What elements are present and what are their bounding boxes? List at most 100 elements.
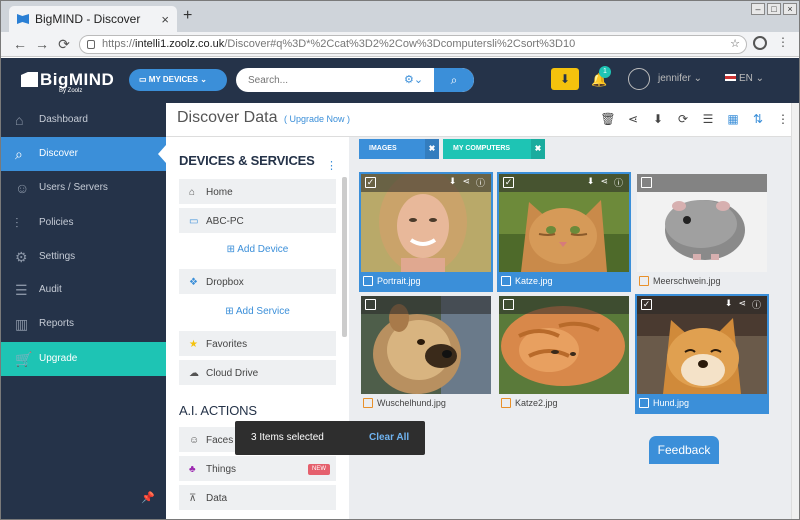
file-card[interactable]: ✓ ⬇ ⋖ ⓘ Portrait.jpg [359,172,493,292]
list-view-icon[interactable]: ☰ [700,112,716,126]
ai-things[interactable]: ♣ Things NEW [179,456,336,483]
profile-icon[interactable] [753,36,767,50]
download-icon[interactable]: ⬇ [551,68,579,90]
remove-filter-icon[interactable]: ✖ [531,139,545,159]
more-options-icon[interactable]: ⋮ [775,112,791,126]
sidebar-item-upgrade[interactable]: 🛒 Upgrade [1,342,166,376]
page-scrollbar[interactable] [791,103,799,519]
top-bar: BigMINDBy Zoolz ▭ MY DEVICES ⌄ ⚙⌄ ⌕ ⬇ 🔔1… [1,58,799,103]
add-device-label: Add Device [237,244,289,255]
trash-icon[interactable]: 🗑 [600,112,616,126]
back-icon[interactable]: ← [9,36,31,52]
favorites-item[interactable]: ★ Favorites [179,331,336,358]
maximize-icon[interactable]: □ [767,3,781,15]
gear-icon: ⚙ [15,249,28,265]
language-selector[interactable]: EN ⌄ [725,73,764,84]
download-icon[interactable]: ⬇ [449,176,457,189]
sidebar-item-settings[interactable]: ⚙ Settings [1,240,166,274]
search-settings-icon[interactable]: ⚙⌄ [404,73,423,86]
file-card[interactable]: ✓ ⬇ ⋖ ⓘ Katze.jpg [497,172,631,292]
add-device-button[interactable]: ⊞ Add Device [179,238,336,262]
close-window-icon[interactable]: × [783,3,797,15]
info-icon[interactable]: ⓘ [614,176,623,189]
share-icon[interactable]: ⋖ [462,176,470,189]
upgrade-now-link[interactable]: ( Upgrade Now ) [284,114,350,124]
ai-label: Things [206,464,237,475]
service-label: Dropbox [206,277,244,288]
download-icon[interactable]: ⬇ [725,298,733,311]
close-tab-icon[interactable]: × [161,12,169,27]
notification-badge: 1 [599,66,611,78]
bookmark-star-icon[interactable]: ☆ [730,36,740,53]
search-button[interactable]: ⌕ [434,68,474,92]
bigmind-logo[interactable]: BigMIND By Zoolz [21,70,115,94]
remove-filter-icon[interactable]: ✖ [425,139,439,159]
user-avatar-icon[interactable] [628,68,650,90]
share-icon[interactable]: ⋖ [738,298,746,311]
url-host: intelli1.zoolz.co.uk [135,38,225,50]
download-icon[interactable]: ⬇ [650,112,666,126]
dropbox-icon: ❖ [189,277,198,288]
checkbox-checked-icon[interactable]: ✓ [641,299,652,310]
pin-icon[interactable]: 📌 [141,491,155,504]
bigmind-favicon-icon [17,14,29,24]
minimize-icon[interactable]: – [751,3,765,15]
file-name: Katze2.jpg [501,396,558,410]
device-abc-pc[interactable]: ▭ ABC-PC [179,208,336,235]
checkbox-icon[interactable] [365,299,376,310]
sidebar-item-audit[interactable]: ☰ Audit [1,273,166,307]
logo-text: BigMIND [40,70,115,89]
checkbox-checked-icon[interactable]: ✓ [365,177,376,188]
sidebar-item-reports[interactable]: ▥ Reports [1,307,166,341]
filter-tags: IMAGES ✖ MY COMPUTERS ✖ [359,139,545,159]
sort-icon[interactable]: ⇅ [750,112,766,126]
add-service-button[interactable]: ⊞ Add Service [179,300,336,324]
file-card[interactable]: Wuschelhund.jpg [359,294,493,414]
lock-icon [87,40,95,49]
ai-data[interactable]: ⊼ Data [179,485,336,512]
file-card[interactable]: ✓ ⬇ ⋖ ⓘ Hund.jpg [635,294,769,414]
browser-tab[interactable]: BigMIND - Discover × [9,6,177,32]
sidebar-item-label: Dashboard [39,114,88,125]
page-header: Discover Data ( Upgrade Now ) 🗑 ⋖ ⬇ ⟳ ☰ … [166,103,799,137]
forward-icon[interactable]: → [31,36,53,52]
checkbox-checked-icon[interactable]: ✓ [503,177,514,188]
smile-icon: ☺ [189,435,200,446]
sidebar-item-discover[interactable]: ⌕ Discover [1,137,166,171]
sidebar-item-label: Reports [39,318,75,329]
checkbox-icon[interactable] [503,299,514,310]
download-icon[interactable]: ⬇ [587,176,595,189]
file-card[interactable]: Katze2.jpg [497,294,631,414]
address-bar[interactable]: https://intelli1.zoolz.co.uk/Discover#q%… [79,35,747,54]
feedback-button[interactable]: Feedback [649,436,719,464]
sidebar-item-dashboard[interactable]: ⌂ Dashboard [1,103,166,137]
sidebar-item-label: Policies [39,217,74,228]
sidebar-item-policies[interactable]: ⫶ Policies [1,206,166,240]
share-icon[interactable]: ⋖ [600,176,608,189]
clear-all-button[interactable]: Clear All [369,421,409,455]
panel-scrollbar[interactable] [342,177,347,337]
cloud-drive-item[interactable]: ☁ Cloud Drive [179,360,336,387]
reload-icon[interactable]: ⟳ [53,36,75,53]
grid-view-icon[interactable]: ▦ [725,112,741,126]
checkbox-icon[interactable] [641,177,652,188]
ai-actions-heading: A.I. ACTIONS [179,403,257,418]
address-toolbar: ← → ⟳ https://intelli1.zoolz.co.uk/Disco… [1,32,799,57]
share-icon[interactable]: ⋖ [625,112,641,126]
service-dropbox[interactable]: ❖ Dropbox [179,269,336,296]
new-tab-button[interactable]: + [183,7,192,25]
sidebar-item-users-servers[interactable]: ☺ Users / Servers [1,171,166,205]
refresh-icon[interactable]: ⟳ [675,112,691,126]
my-devices-button[interactable]: ▭ MY DEVICES ⌄ [129,69,227,91]
file-card[interactable]: Meerschwein.jpg [635,172,769,292]
device-home[interactable]: ⌂ Home [179,179,336,206]
info-icon[interactable]: ⓘ [476,176,485,189]
logo-subtitle: By Zoolz [59,88,83,94]
bell-icon[interactable]: 🔔 1 [591,66,611,88]
sidebar: ⌂ Dashboard ⌕ Discover ☺ Users / Servers ⫶ P… [1,103,166,519]
info-icon[interactable]: ⓘ [752,298,761,311]
browser-menu-icon[interactable]: ⋮ [777,35,789,49]
panel-menu-icon[interactable]: ⋮ [326,159,337,172]
search-input[interactable] [248,72,388,88]
user-menu[interactable]: jennifer ⌄ [658,73,702,84]
